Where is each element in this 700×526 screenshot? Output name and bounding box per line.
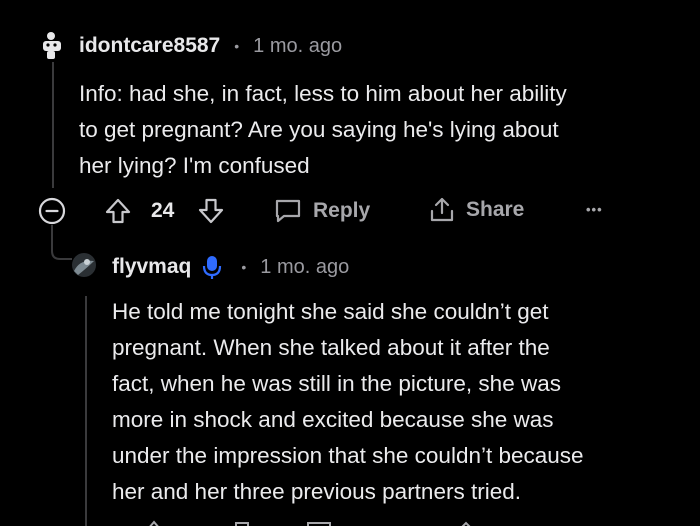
more-options-icon: ••• bbox=[586, 202, 603, 217]
thread-line-1 bbox=[52, 62, 54, 188]
comment-line: to get pregnant? Are you saying he's lyi… bbox=[79, 117, 559, 142]
snoo-avatar-icon bbox=[43, 32, 61, 59]
upvote-button[interactable] bbox=[104, 197, 132, 225]
microphone-icon bbox=[203, 256, 222, 279]
reply-button[interactable]: Reply bbox=[273, 197, 370, 225]
vote-count: 24 bbox=[151, 199, 174, 223]
vote-count-label: 24 bbox=[151, 199, 175, 222]
comment-line: Info: had she, in fact, less to him abou… bbox=[79, 81, 567, 106]
upvote-arrow-icon bbox=[105, 198, 131, 224]
comment-line: more in shock and excited because she wa… bbox=[112, 407, 554, 432]
comment-line: He told me tonight she said she couldn’t… bbox=[112, 299, 549, 324]
share-label: Share bbox=[466, 198, 525, 221]
timestamp: 1 mo. ago bbox=[253, 34, 343, 57]
share-icon bbox=[430, 197, 454, 222]
username[interactable]: flyvmaq bbox=[112, 255, 191, 279]
comment-body-1: Info: had she, in fact, less to him abou… bbox=[79, 76, 689, 184]
timestamp: 1 mo. ago bbox=[260, 255, 350, 278]
collapse-button[interactable] bbox=[38, 197, 66, 225]
avatar[interactable] bbox=[70, 251, 98, 279]
comment-line: her lying? I'm confused bbox=[79, 153, 310, 178]
share-button[interactable]: Share bbox=[428, 196, 524, 224]
reply-bubble-icon bbox=[275, 199, 301, 223]
comment-line: pregnant. When she talked about it after… bbox=[112, 335, 550, 360]
comment-header-1: idontcare8587 • 1 mo. ago bbox=[79, 33, 342, 59]
reply-label: Reply bbox=[313, 199, 371, 222]
thread-line-2 bbox=[85, 296, 87, 526]
downvote-button[interactable] bbox=[197, 197, 225, 225]
collapse-minus-icon bbox=[38, 197, 66, 225]
comment-line: her and her three previous partners trie… bbox=[112, 479, 521, 504]
user-avatar-icon bbox=[72, 253, 96, 277]
username[interactable]: idontcare8587 bbox=[79, 34, 220, 58]
partial-icons bbox=[149, 520, 471, 526]
separator-dot: • bbox=[234, 38, 240, 54]
more-options-button[interactable]: ••• bbox=[586, 202, 603, 217]
comment-header-2: flyvmaq • 1 mo. ago bbox=[112, 254, 349, 280]
comment-body-2: He told me tonight she said she couldn’t… bbox=[112, 294, 697, 510]
avatar[interactable] bbox=[37, 30, 67, 62]
comment-line: fact, when he was still in the picture, … bbox=[112, 371, 561, 396]
downvote-arrow-icon bbox=[198, 198, 224, 224]
partial-action-bar bbox=[140, 519, 500, 526]
comment-line: under the impression that she couldn’t b… bbox=[112, 443, 584, 468]
separator-dot: • bbox=[241, 259, 247, 275]
